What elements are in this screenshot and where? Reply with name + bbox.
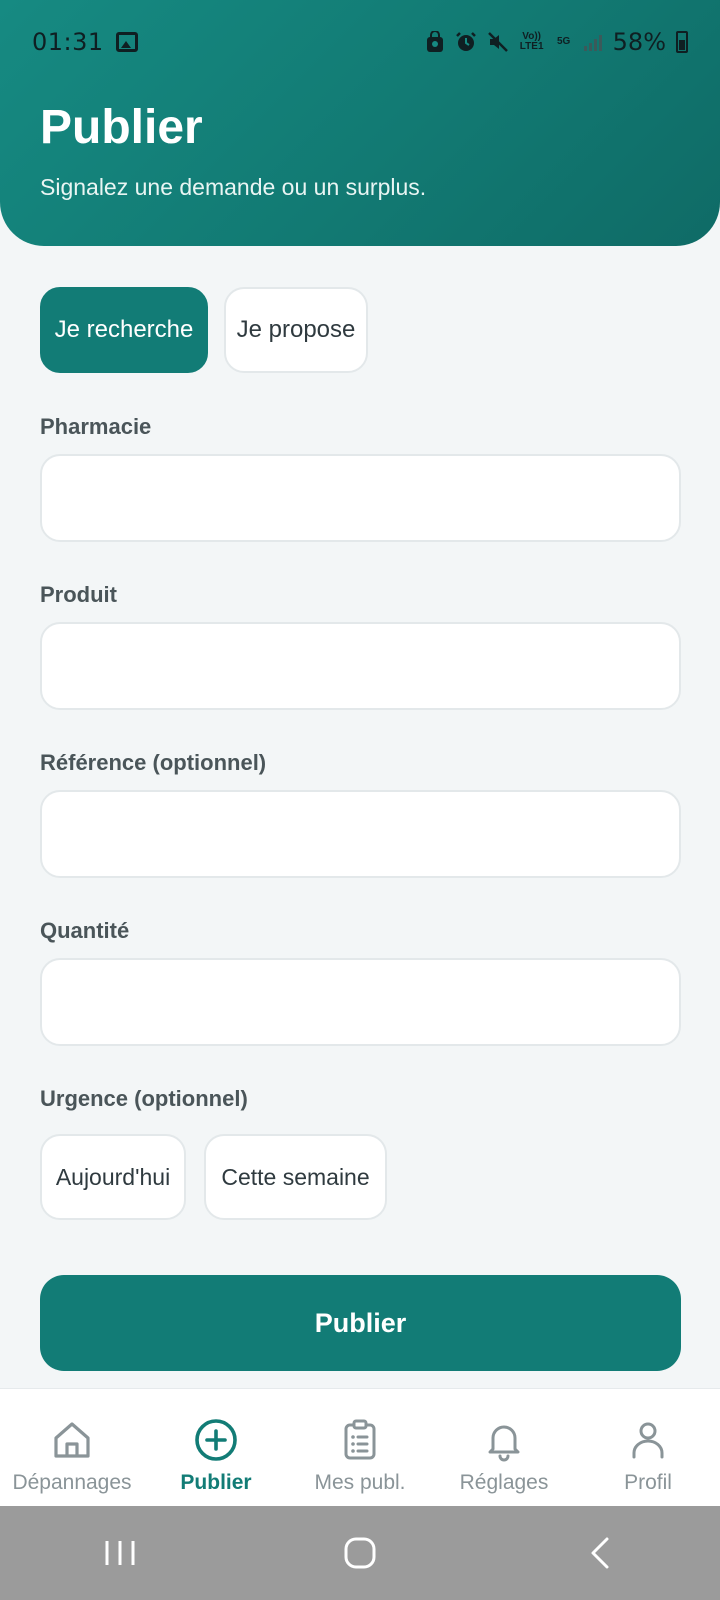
- image-notification-icon: [115, 32, 138, 52]
- battery-icon: [676, 31, 688, 53]
- bell-icon: [488, 1425, 520, 1462]
- alarm-icon: [455, 31, 477, 53]
- reference-label: Référence (optionnel): [40, 750, 267, 775]
- bottom-nav: Dépannages Publier Mes publ. Réglages Pr…: [0, 1388, 720, 1506]
- status-icons: Vo)) LTE1 5G 58%: [425, 28, 688, 56]
- search-mode-chip[interactable]: Je recherche: [40, 287, 208, 373]
- clipboard-list-icon: [344, 1419, 376, 1460]
- lock-app-icon: [425, 31, 445, 53]
- plus-circle-icon: [195, 1419, 237, 1461]
- page-subtitle: Signalez une demande ou un surplus.: [40, 174, 427, 200]
- nav-label-profil: Profil: [624, 1471, 672, 1494]
- urgency-today-chip[interactable]: Aujourd'hui: [40, 1134, 186, 1220]
- nav-label-reglages: Réglages: [459, 1471, 549, 1494]
- urgency-options: Aujourd'hui Cette semaine: [40, 1134, 387, 1220]
- home-icon: [54, 1422, 90, 1458]
- status-time: 01:31: [32, 28, 104, 56]
- system-nav-bar: [0, 1506, 720, 1600]
- nav-item-mes-publications[interactable]: Mes publ.: [296, 1389, 424, 1506]
- product-label: Produit: [40, 582, 117, 607]
- quantity-input[interactable]: [40, 958, 681, 1046]
- home-circle-icon: [344, 1537, 376, 1569]
- nav-item-profil[interactable]: Profil: [584, 1389, 712, 1506]
- user-icon: [632, 1422, 664, 1459]
- quantity-label: Quantité: [40, 918, 130, 943]
- nav-label-depannages: Dépannages: [12, 1471, 132, 1494]
- back-chevron-icon: [591, 1537, 609, 1569]
- signal-icon: [583, 32, 603, 52]
- pharmacy-input[interactable]: [40, 454, 681, 542]
- product-input[interactable]: [40, 622, 681, 710]
- nav-item-depannages[interactable]: Dépannages: [8, 1389, 136, 1506]
- status-bar: 01:31 Vo)) LTE1 5G 58%: [0, 0, 720, 84]
- publish-button[interactable]: Publier: [40, 1275, 681, 1371]
- nav-label-mes-publ: Mes publ.: [314, 1471, 406, 1494]
- header: 01:31 Vo)) LTE1 5G 58% Publier Signalez …: [0, 0, 720, 246]
- battery-percent: 58%: [612, 28, 666, 56]
- network-indicator: 5G: [556, 36, 571, 47]
- mode-toggle: Je recherche Je propose: [40, 287, 368, 373]
- urgency-week-chip[interactable]: Cette semaine: [204, 1134, 387, 1220]
- pharmacy-label: Pharmacie: [40, 414, 152, 439]
- urgency-label: Urgence (optionnel): [40, 1086, 248, 1111]
- nav-label-publier: Publier: [180, 1471, 252, 1494]
- nav-item-publier[interactable]: Publier: [152, 1389, 280, 1506]
- page-title: Publier: [40, 101, 203, 154]
- volte-indicator: Vo)) LTE1: [519, 31, 544, 52]
- reference-input[interactable]: [40, 790, 681, 878]
- nav-item-reglages[interactable]: Réglages: [440, 1389, 568, 1506]
- recent-apps-icon: [105, 1541, 135, 1565]
- recent-apps-button[interactable]: [80, 1523, 160, 1583]
- offer-mode-chip[interactable]: Je propose: [224, 287, 368, 373]
- home-button[interactable]: [320, 1523, 400, 1583]
- mute-icon: [487, 31, 509, 53]
- back-button[interactable]: [560, 1523, 640, 1583]
